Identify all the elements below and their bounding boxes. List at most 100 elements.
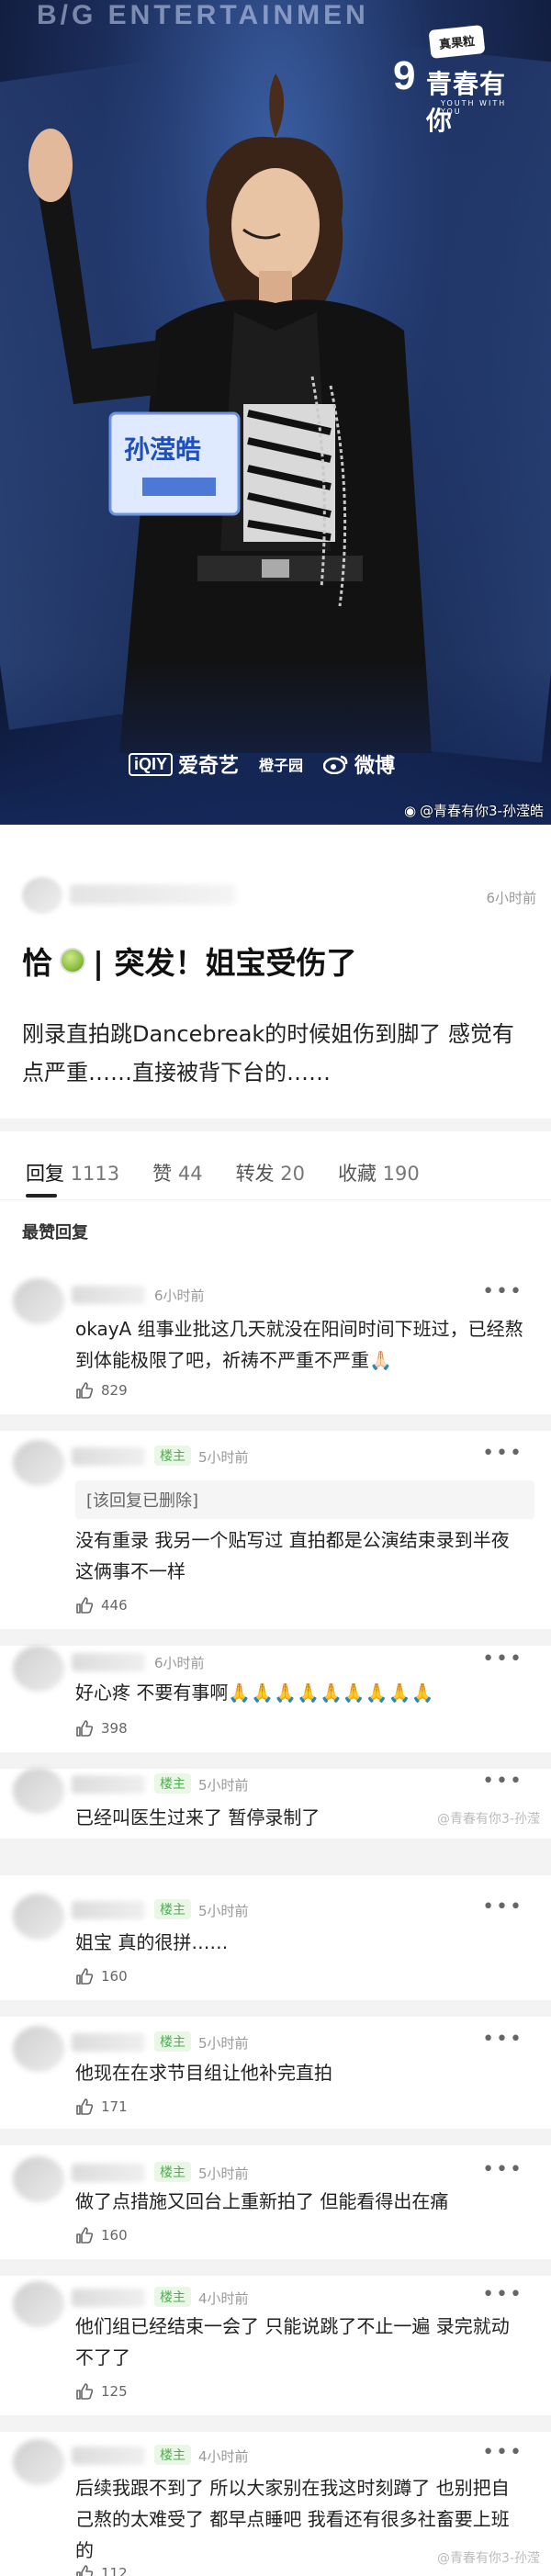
op-badge: 楼主 [154,1899,191,1919]
tab-count: 190 [382,1163,420,1185]
author-name[interactable] [70,884,235,905]
second-sponsor-name: 橙子园 [259,757,304,774]
more-options-icon[interactable]: ••• [482,2028,523,2051]
more-options-icon[interactable]: ••• [482,1770,523,1793]
tab-count: 20 [280,1163,305,1185]
like-button[interactable]: 446 [75,1596,128,1614]
tab-label: 赞 [152,1163,173,1185]
tab-replies[interactable]: 回复 1113 [26,1159,119,1198]
commenter-name[interactable] [72,1286,145,1304]
thumbs-up-icon [76,1382,94,1399]
image-watermark: @青春有你3-孙滢 [437,1812,540,1827]
like-button[interactable]: 829 [75,1381,128,1400]
more-options-icon[interactable]: ••• [482,1442,523,1465]
commenter-avatar[interactable] [13,1278,64,1324]
like-button[interactable]: 160 [75,1967,128,1985]
comment-text: 他们组已经结束一会了 只能说跳了不止一遍 录完就动不了了 [75,2315,510,2368]
post-title-prefix: 恰 [22,945,52,981]
op-badge: 楼主 [154,2031,191,2052]
comment-time: 4小时前 [198,2448,249,2465]
tab-label: 收藏 [337,1163,377,1185]
comment-separator [0,1839,551,1875]
show-logo-subtitle: YOUTH WITH YOU [441,99,507,116]
comment-separator [0,1414,551,1431]
like-button[interactable]: 125 [75,2382,128,2401]
thumbs-up-icon [76,2383,94,2400]
tab-count: 1113 [70,1163,120,1185]
post-body: 刚录直拍跳Dancebreak的时候姐伤到脚了 感觉有点严重……直接被背下台的…… [22,1021,514,1086]
commenter-name[interactable] [72,1447,145,1466]
more-options-icon[interactable]: ••• [482,2283,523,2306]
iqiyi-name: 爱奇艺 [178,755,240,778]
comment-time: 5小时前 [198,2035,249,2052]
section-divider [0,1119,551,1131]
photo-watermark-text: @青春有你3-孙滢皓 [420,803,544,819]
thumbs-up-icon [76,1968,94,1985]
comment-separator [0,2415,551,2432]
thumbs-up-icon [76,2565,94,2576]
comment-text: 他现在在求节目组让他补完直拍 [75,2062,332,2084]
post-title: 恰 | 突发！姐宝受伤了 [22,939,357,983]
tab-likes[interactable]: 赞 44 [152,1159,202,1198]
commenter-avatar[interactable] [13,1894,64,1940]
like-count: 171 [101,2098,128,2115]
more-options-icon[interactable]: ••• [482,2158,523,2181]
show-logo: 真果粒 9 青春有你 YOUTH WITH YOU [393,25,531,136]
thumbs-up-icon [76,1720,94,1737]
like-count: 160 [101,2227,128,2244]
commenter-name[interactable] [72,2164,145,2182]
post-tabs: 回复 1113 赞 44 转发 20 收藏 190 [26,1159,540,1198]
comment-separator [0,1752,551,1769]
melon-icon [60,948,85,973]
op-badge: 楼主 [154,1445,191,1466]
commenter-avatar[interactable] [13,1646,64,1692]
stage-photo: B/G ENTERTAINMEN 孙滢皓 真果粒 9 青春有你 YOUTH WI… [0,0,551,825]
more-options-icon[interactable]: ••• [482,2441,523,2464]
name-badge-text: 孙滢皓 [124,434,202,465]
like-button[interactable]: 112 [75,2564,128,2576]
commenter-name[interactable] [72,1653,145,1671]
commenter-avatar[interactable] [13,2026,64,2072]
author-avatar[interactable] [22,877,62,914]
comment-text: 做了点措施又回台上重新拍了 但能看得出在痛 [75,2190,449,2212]
more-options-icon[interactable]: ••• [482,1280,523,1303]
commenter-name[interactable] [72,1775,145,1794]
photo-watermark: ◉ @青春有你3-孙滢皓 [404,801,544,820]
quoted-deleted-reply: [该回复已删除] [75,1480,534,1519]
comment-time: 5小时前 [198,1777,249,1794]
commenter-name[interactable] [72,2289,145,2307]
commenter-name[interactable] [72,1901,145,1919]
commenter-avatar[interactable] [13,2281,64,2327]
commenter-name[interactable] [72,2033,145,2052]
more-options-icon[interactable]: ••• [482,1895,523,1918]
tab-reposts[interactable]: 转发 20 [236,1159,305,1198]
commenter-avatar[interactable] [13,2439,64,2485]
tab-favorites[interactable]: 收藏 190 [338,1159,420,1198]
like-count: 829 [101,1382,128,1399]
commenter-avatar[interactable] [13,1768,64,1814]
image-watermark: @青春有你3-孙滢 [437,2551,540,2566]
like-button[interactable]: 160 [75,2226,128,2244]
like-button[interactable]: 171 [75,2098,128,2116]
like-button[interactable]: 398 [75,1719,128,1738]
comment-time: 6小时前 [154,1288,205,1304]
tabs-underline [0,1199,551,1200]
op-badge: 楼主 [154,1773,191,1794]
commenter-avatar[interactable] [13,2156,64,2202]
comment-separator [0,2259,551,2276]
comment-time: 6小时前 [154,1655,205,1671]
comment-time: 4小时前 [198,2290,249,2307]
thumbs-up-icon [76,1597,94,1614]
stage-floor [0,659,551,825]
comment-separator [0,1629,551,1646]
weibo-name: 微博 [354,755,396,778]
weibo-logo: 微博 [323,749,395,779]
commenter-avatar[interactable] [13,1440,64,1486]
post-time: 6小时前 [486,890,536,906]
more-options-icon[interactable]: ••• [482,1648,523,1670]
tab-label: 回复 [26,1163,64,1185]
commenter-name[interactable] [72,2447,145,2465]
sponsor-row: iQIY 爱奇艺 橙子园 微博 [129,749,395,779]
like-count: 446 [101,1597,128,1614]
post-title-text: | 突发！姐宝受伤了 [93,945,357,981]
